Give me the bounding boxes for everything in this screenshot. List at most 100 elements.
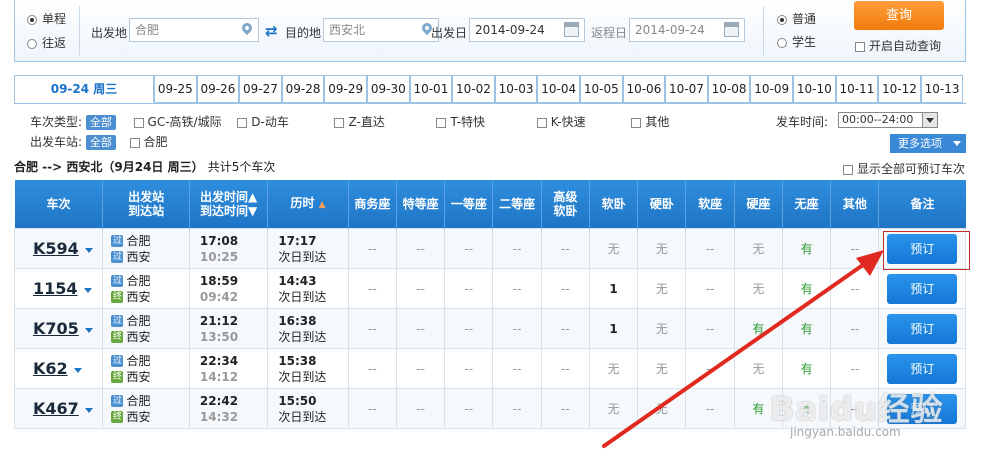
train-number-cell[interactable]: K705	[13, 308, 104, 349]
seat-cell: 1	[588, 268, 639, 309]
date-tab[interactable]: 10-10	[793, 75, 836, 103]
chevron-down-icon[interactable]	[84, 408, 93, 413]
book-button[interactable]: 预订	[887, 353, 958, 384]
table-row: 1154 过合肥终西安 18:59 09:42 14:43 次日到达 -- -- -- -- -- 1…	[13, 268, 966, 309]
chevron-down-icon[interactable]	[84, 328, 93, 333]
auto-query-checkbox[interactable]: 开启自动查询	[855, 37, 941, 54]
seat-cell: --	[685, 268, 735, 309]
col-second: 二等座	[492, 180, 542, 229]
date-tab[interactable]: 09-29	[324, 75, 367, 103]
pass-station-icon: 过	[111, 275, 124, 287]
seat-cell: --	[444, 388, 494, 429]
date-tab[interactable]: 10-04	[537, 75, 580, 103]
time-cell: 18:59 09:42	[188, 268, 269, 309]
chevron-down-icon[interactable]	[84, 248, 93, 253]
book-button[interactable]: 预订	[887, 273, 958, 304]
seat-cell: --	[444, 228, 494, 269]
terminal-station-icon: 终	[111, 411, 124, 423]
radio-unchecked-icon	[777, 37, 787, 48]
date-tab[interactable]: 09-28	[281, 75, 325, 103]
return-date-input[interactable]: 2014-09-24	[629, 18, 745, 42]
date-tab[interactable]: 10-12	[878, 75, 921, 103]
more-options-button[interactable]: 更多选项	[890, 134, 966, 153]
train-number-cell[interactable]: 1154	[13, 268, 104, 309]
book-button[interactable]: 预订	[887, 233, 958, 264]
date-tab[interactable]: 10-06	[622, 75, 666, 103]
col-time-sort[interactable]: 出发时间▲ 到达时间▼	[189, 180, 269, 229]
train-number-cell[interactable]: K594	[13, 228, 104, 269]
chevron-down-icon[interactable]	[83, 288, 92, 293]
date-tab[interactable]: 10-07	[665, 75, 708, 103]
seat-cell: 无	[733, 228, 783, 269]
type-option-gc[interactable]: GC-高铁/城际	[133, 115, 222, 129]
train-type-all-button[interactable]: 全部	[85, 115, 116, 130]
date-tab[interactable]: 10-11	[835, 75, 879, 103]
train-number-link[interactable]: K62	[33, 359, 68, 378]
date-tab[interactable]: 10-08	[707, 75, 751, 103]
calendar-icon[interactable]	[564, 22, 579, 37]
col-special: 特等座	[396, 180, 446, 229]
type-option-d[interactable]: D-动车	[237, 115, 289, 129]
train-number-link[interactable]: K705	[33, 319, 79, 338]
depart-date-input[interactable]: 2014-09-24	[469, 18, 585, 42]
terminal-station-icon: 终	[111, 371, 124, 383]
from-input[interactable]: 合肥	[129, 18, 259, 42]
seat-cell: --	[540, 308, 590, 349]
seat-cell: --	[685, 348, 735, 389]
train-number-link[interactable]: K594	[33, 239, 79, 258]
date-tab[interactable]: 09-26	[196, 75, 240, 103]
seat-cell: 无	[637, 228, 687, 269]
seat-cell: --	[347, 228, 397, 269]
seat-cell: --	[395, 348, 446, 389]
station-all-button[interactable]: 全部	[85, 135, 116, 150]
calendar-icon[interactable]	[724, 22, 739, 37]
table-row: K705 过合肥终西安 21:12 13:50 16:38 次日到达 -- -- -- -- -- 1…	[13, 308, 966, 349]
date-tab[interactable]: 10-03	[494, 75, 538, 103]
swap-icon[interactable]: ⇄	[265, 22, 278, 40]
date-tab[interactable]: 09-30	[367, 75, 410, 103]
date-tab[interactable]: 09-27	[239, 75, 282, 103]
type-option-other[interactable]: 其他	[631, 115, 669, 129]
terminal-station-icon: 终	[111, 331, 124, 343]
date-tab[interactable]: 10-13	[920, 75, 964, 103]
trip-round-radio[interactable]: 往返	[27, 34, 66, 51]
passenger-normal-radio[interactable]: 普通	[777, 10, 816, 27]
col-duration-sort[interactable]: 历时 ▲	[267, 180, 349, 229]
col-gaoji: 高级 软卧	[541, 180, 590, 229]
seat-cell: 无	[588, 388, 639, 429]
station-cell: 过合肥终西安	[102, 308, 190, 349]
seat-cell: 无	[588, 228, 639, 269]
type-option-t[interactable]: T-特快	[436, 115, 485, 129]
seat-cell: --	[830, 348, 880, 389]
train-number-link[interactable]: 1154	[33, 279, 78, 298]
date-tab[interactable]: 10-05	[580, 75, 623, 103]
train-number-cell[interactable]: K62	[13, 348, 104, 389]
date-tab[interactable]: 10-02	[452, 75, 495, 103]
chevron-down-icon[interactable]	[73, 368, 82, 373]
type-option-z[interactable]: Z-直达	[334, 115, 385, 129]
date-tab[interactable]: 10-09	[750, 75, 793, 103]
passenger-student-radio[interactable]: 学生	[777, 33, 816, 50]
seat-cell: 有	[733, 308, 783, 349]
radio-checked-icon	[777, 14, 787, 25]
seat-cell: --	[685, 388, 735, 429]
query-button[interactable]: 查询	[854, 1, 944, 30]
station-option-hefei[interactable]: 合肥	[129, 135, 168, 149]
date-tab[interactable]: 10-01	[409, 75, 453, 103]
seat-cell: --	[492, 308, 542, 349]
train-number-cell[interactable]: K467	[13, 388, 104, 429]
train-number-link[interactable]: K467	[33, 399, 79, 418]
location-pin-icon[interactable]	[239, 20, 255, 36]
show-all-checkbox[interactable]: 显示全部可预订车次	[843, 160, 965, 177]
date-tab-active[interactable]: 09-24 周三	[14, 75, 154, 103]
book-button[interactable]: 预订	[887, 313, 958, 344]
station-cell: 过合肥终西安	[102, 268, 190, 309]
date-tab[interactable]: 09-25	[154, 75, 197, 103]
seat-cell: --	[444, 348, 494, 389]
checkbox-icon	[536, 117, 547, 128]
type-option-k[interactable]: K-快速	[536, 115, 586, 129]
trip-single-radio[interactable]: 单程	[27, 10, 66, 27]
depart-time-select[interactable]: 00:00--24:00	[838, 112, 938, 128]
seat-cell: --	[830, 228, 880, 269]
to-input[interactable]: 西安北	[323, 18, 439, 42]
